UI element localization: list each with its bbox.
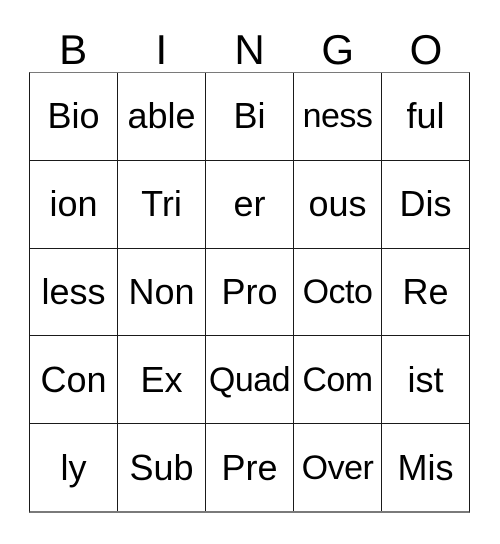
bingo-cell-label: Pro: [221, 270, 278, 312]
bingo-row: less Non Pro Octo Re: [30, 248, 469, 337]
bingo-cell-label: Ex: [140, 358, 183, 400]
bingo-cell-label: Sub: [129, 446, 194, 488]
bingo-cell-label: Tri: [141, 183, 182, 225]
bingo-cell-label: Com: [302, 360, 373, 399]
bingo-cell[interactable]: Octo: [294, 248, 382, 336]
bingo-cell-label: ness: [302, 97, 373, 136]
bingo-cell-label: er: [233, 183, 266, 225]
bingo-cell-label: Over: [301, 448, 374, 487]
bingo-row: ly Sub Pre Over Mis: [30, 424, 469, 511]
bingo-cell[interactable]: Com: [294, 336, 382, 424]
bingo-cell-label: ous: [308, 183, 367, 225]
bingo-cell[interactable]: Pre: [206, 424, 294, 511]
bingo-cell-label: ful: [406, 95, 445, 137]
bingo-header-letter-n: N: [234, 26, 265, 73]
bingo-header-letter-o: O: [409, 26, 443, 73]
bingo-header-letter-i: I: [155, 26, 168, 73]
bingo-cell-label: ly: [60, 446, 87, 488]
bingo-cell[interactable]: ly: [30, 424, 118, 511]
bingo-cell[interactable]: ist: [382, 336, 469, 423]
bingo-cell[interactable]: Dis: [382, 161, 469, 248]
bingo-row: Bio able Bi ness ful: [30, 73, 469, 161]
bingo-cell-label: Non: [128, 270, 195, 312]
bingo-header-letter-b: B: [59, 26, 88, 73]
bingo-cell[interactable]: ion: [30, 160, 118, 248]
bingo-cell-label: Re: [402, 270, 449, 312]
bingo-cell[interactable]: Ex: [118, 336, 206, 424]
bingo-cell-label: Quad: [208, 360, 291, 399]
bingo-cell[interactable]: Quad: [206, 336, 294, 424]
bingo-cell-label: Pre: [221, 446, 278, 488]
bingo-cell-label: ion: [49, 183, 98, 225]
bingo-cell-label: Dis: [399, 183, 452, 225]
bingo-cell-label: Bio: [47, 95, 100, 137]
bingo-cell-label: less: [41, 270, 106, 312]
bingo-cell[interactable]: Non: [118, 248, 206, 336]
bingo-cell[interactable]: Con: [30, 336, 118, 424]
bingo-card: B I N G O Bio able Bi ness ful ion Tri e…: [0, 0, 500, 544]
bingo-cell-label: able: [127, 95, 196, 137]
bingo-cell[interactable]: Re: [382, 249, 469, 336]
bingo-row: ion Tri er ous Dis: [30, 160, 469, 249]
bingo-cell[interactable]: Mis: [382, 424, 469, 511]
bingo-header: B I N G O: [29, 22, 470, 72]
bingo-cell[interactable]: Pro: [206, 248, 294, 336]
bingo-cell[interactable]: able: [118, 73, 206, 160]
bingo-cell-label: Con: [40, 358, 107, 400]
bingo-cell[interactable]: Sub: [118, 424, 206, 511]
bingo-cell[interactable]: er: [206, 160, 294, 248]
bingo-cell[interactable]: ness: [294, 73, 382, 160]
bingo-cell[interactable]: Tri: [118, 160, 206, 248]
bingo-cell[interactable]: ous: [294, 160, 382, 248]
bingo-cell[interactable]: less: [30, 248, 118, 336]
bingo-cell[interactable]: Bio: [30, 73, 118, 160]
bingo-cell-label: Mis: [397, 446, 454, 488]
bingo-header-letter-g: G: [321, 26, 355, 73]
bingo-cell[interactable]: Bi: [206, 73, 294, 160]
bingo-cell-label: Bi: [233, 95, 266, 137]
bingo-cell[interactable]: Over: [294, 424, 382, 511]
bingo-cell-label: Octo: [302, 272, 373, 311]
bingo-cell[interactable]: ful: [382, 73, 469, 160]
bingo-cell-label: ist: [407, 358, 444, 400]
bingo-row: Con Ex Quad Com ist: [30, 336, 469, 425]
bingo-grid: Bio able Bi ness ful ion Tri er ous Dis …: [29, 72, 470, 513]
